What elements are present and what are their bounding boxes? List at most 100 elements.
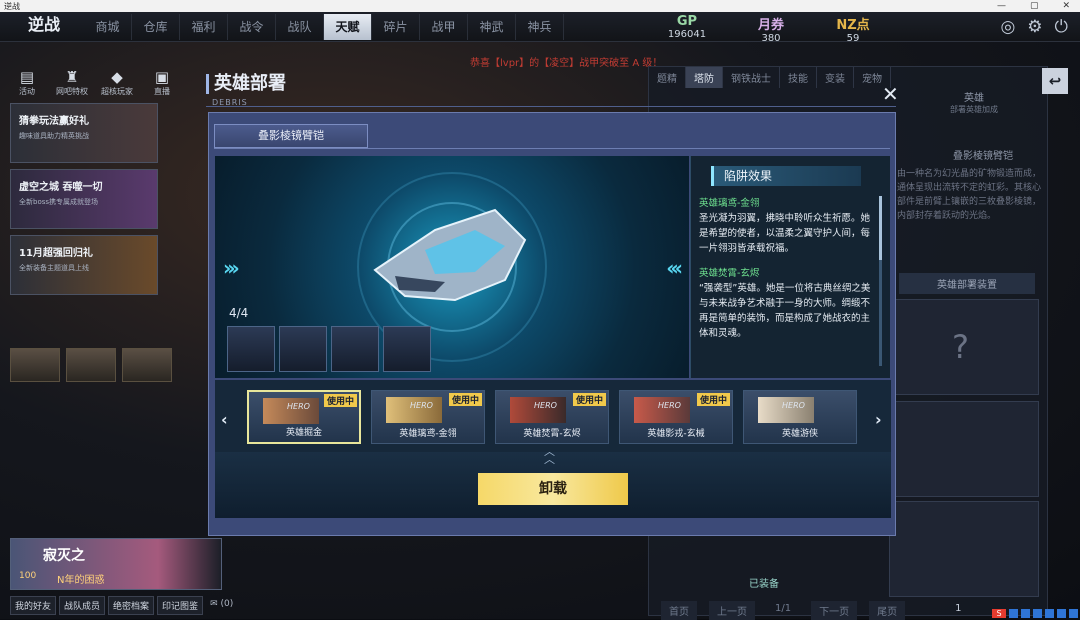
bg-tab[interactable]: 钢铁战士: [723, 67, 780, 88]
hero-label: 英雄: [964, 93, 984, 104]
tray-icon[interactable]: [1057, 609, 1066, 618]
deploy-slot[interactable]: ?: [889, 299, 1039, 395]
radar-icon[interactable]: ◎: [1000, 17, 1015, 37]
nav-tab-shop[interactable]: 商城: [84, 14, 132, 40]
carousel-right-icon[interactable]: ›: [875, 410, 882, 429]
unload-button[interactable]: 卸载: [478, 473, 628, 505]
promo-card[interactable]: 虚空之城 吞噬一切 全新boss携专属成就登场: [10, 169, 158, 229]
bg-tab[interactable]: 塔防: [686, 67, 723, 88]
promo-subtitle: 全新装备主题道具上线: [19, 264, 89, 272]
next-page-button[interactable]: 下一页: [811, 601, 858, 620]
effect-text: 圣光凝为羽翼，拂晓中聆听众生祈愿。她是希望的使者，以温柔之翼守护人间，每一片翎羽…: [699, 213, 871, 254]
in-use-badge: 使用中: [448, 393, 482, 406]
hero-name: 英雄游侠: [781, 429, 818, 439]
player-card[interactable]: 寂灭之 100 N年的困惑: [10, 538, 222, 590]
main-nav: 商城 仓库 福利 战令 战队 天赋 碎片 战甲 神武 神兵: [84, 14, 564, 40]
bg-tab[interactable]: 题精: [649, 67, 686, 88]
hero-thumbnail[interactable]: [331, 326, 379, 372]
hero-tag: HERO: [410, 401, 433, 410]
maximize-button[interactable]: ▢: [1030, 1, 1039, 11]
avatar[interactable]: [10, 348, 60, 382]
hero-carousel: ‹ HERO 使用中 英雄掘金 HERO 使用中 英雄璃鸢-金翎 HERO 使用…: [215, 380, 891, 452]
live-button[interactable]: ▣ 直播: [145, 68, 179, 97]
hero-card[interactable]: HERO 英雄游侠: [743, 390, 857, 444]
equipped-status: 已装备: [749, 579, 779, 590]
hero-thumbnail[interactable]: [227, 326, 275, 372]
tray-icon[interactable]: [1033, 609, 1042, 618]
hero-card[interactable]: HERO 使用中 英雄掘金: [247, 390, 361, 444]
secret-files-button[interactable]: 绝密档案: [108, 596, 155, 615]
netcafe-button[interactable]: ♜ 网吧特权: [55, 68, 89, 97]
scrollbar-thumb[interactable]: [879, 196, 882, 260]
effect-scrollbar[interactable]: [879, 196, 882, 366]
next-arrow-icon[interactable]: ‹‹‹: [666, 256, 683, 280]
nav-tab-warehouse[interactable]: 仓库: [132, 14, 180, 40]
bottom-links: 我的好友 战队成员 绝密档案 印记图鉴 ✉ (0): [10, 596, 237, 615]
nav-tab-welfare[interactable]: 福利: [180, 14, 228, 40]
activity-button[interactable]: ▤ 活动: [10, 68, 44, 97]
hero-name: 英雄影戎-玄械: [647, 429, 705, 439]
last-page-button[interactable]: 尾页: [869, 601, 906, 620]
prev-page-button[interactable]: 上一页: [709, 601, 755, 620]
friends-button[interactable]: 我的好友: [10, 596, 57, 615]
currency-label: NZ点: [836, 18, 870, 33]
avatar[interactable]: [122, 348, 172, 382]
game-logo[interactable]: 逆战: [14, 12, 74, 50]
hero-sublabel: 部署英雄加成: [950, 105, 998, 114]
tray-icon[interactable]: [1021, 609, 1030, 618]
gear-icon[interactable]: ⚙: [1027, 17, 1042, 37]
effect-body: 英雄璃鸢-金翎 圣光凝为羽翼，拂晓中聆听众生祈愿。她是希望的使者，以温柔之翼守护…: [699, 196, 879, 366]
tray-icon[interactable]: [1069, 609, 1078, 618]
nav-tab-fragments[interactable]: 碎片: [372, 14, 420, 40]
armor-model-icon: [373, 208, 527, 302]
bg-item-desc: 由一种名为幻光晶的矿物锻造而成，通体呈现出流转不定的虹彩。其核心部件是前臂上镶嵌…: [897, 169, 1042, 221]
avatar[interactable]: [66, 348, 116, 382]
minimize-button[interactable]: —: [997, 1, 1006, 11]
team-members-button[interactable]: 战队成员: [59, 596, 106, 615]
hero-card[interactable]: HERO 使用中 英雄焚霄-玄烬: [495, 390, 609, 444]
divider: [206, 106, 896, 107]
hero-thumbnail[interactable]: [383, 326, 431, 372]
currency-gp: GP 196041: [662, 14, 712, 40]
hero-card[interactable]: HERO 使用中 英雄影戎-玄械: [619, 390, 733, 444]
deploy-slot[interactable]: [889, 501, 1039, 597]
back-button[interactable]: ↩: [1042, 68, 1068, 94]
promo-subtitle: 趣味道具助力精英挑战: [19, 132, 89, 140]
modal-close-button[interactable]: ✕: [882, 82, 899, 106]
currency-label: 月券: [757, 18, 784, 33]
ime-icon[interactable]: S: [992, 609, 1006, 618]
close-window-button[interactable]: ✕: [1062, 1, 1070, 11]
player-name: 寂灭之: [43, 548, 85, 564]
nav-tab-team[interactable]: 战队: [276, 14, 324, 40]
promo-title: 猜拳玩法赢好礼: [19, 116, 89, 127]
first-page-button[interactable]: 首页: [661, 601, 697, 620]
in-use-badge: 使用中: [323, 394, 357, 407]
nav-tab-divine-weapon[interactable]: 神武: [468, 14, 516, 40]
promo-card[interactable]: 11月超强回归礼 全新装备主题道具上线: [10, 235, 158, 295]
mail-button[interactable]: ✉ (0): [206, 596, 237, 615]
tray-icon[interactable]: [1045, 609, 1054, 618]
nav-tab-god-soldier[interactable]: 神兵: [516, 14, 564, 40]
supercore-button[interactable]: ◆ 超核玩家: [100, 68, 134, 97]
power-icon[interactable]: ⏻: [1055, 17, 1068, 37]
prev-arrow-icon[interactable]: ›››: [223, 256, 240, 280]
carousel-left-icon[interactable]: ‹: [221, 410, 228, 429]
top-bar: 逆战 商城 仓库 福利 战令 战队 天赋 碎片 战甲 神武 神兵 GP 1960…: [0, 12, 1080, 44]
bg-tab[interactable]: 变装: [817, 67, 854, 88]
bg-deploy-label: 英雄部署装置: [899, 273, 1035, 294]
hero-tag: HERO: [658, 401, 681, 410]
deploy-slot[interactable]: [889, 401, 1039, 497]
nav-tab-talent[interactable]: 天赋: [324, 14, 372, 40]
announcement-ticker: 恭喜【lvpr】的【凌空】战甲突破至 A 级！: [470, 58, 663, 69]
modal-item-tab[interactable]: 叠影棱镜臂铠: [214, 124, 368, 148]
nav-tab-battlepass[interactable]: 战令: [228, 14, 276, 40]
tray-icon[interactable]: [1009, 609, 1018, 618]
bg-tab[interactable]: 技能: [780, 67, 817, 88]
effect-hero-name: 英雄焚霄-玄烬: [699, 268, 760, 279]
hero-thumbnail[interactable]: [279, 326, 327, 372]
nav-tab-armor[interactable]: 战甲: [420, 14, 468, 40]
promo-card[interactable]: 猜拳玩法赢好礼 趣味道具助力精英挑战: [10, 103, 158, 163]
mark-gallery-button[interactable]: 印记图鉴: [157, 596, 204, 615]
hero-card[interactable]: HERO 使用中 英雄璃鸢-金翎: [371, 390, 485, 444]
question-icon: ?: [952, 328, 969, 366]
